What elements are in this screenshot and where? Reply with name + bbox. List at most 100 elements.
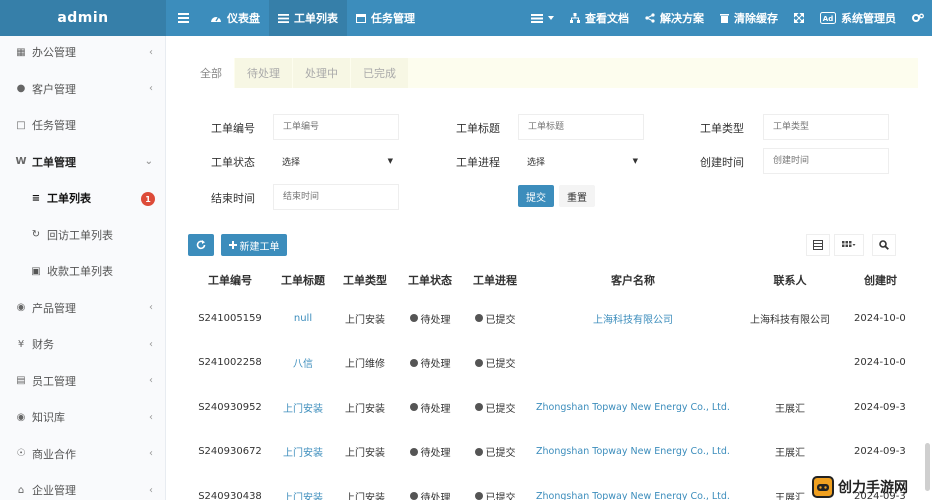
sidebar-item-office[interactable]: ▦ 办公管理 ‹ [0, 34, 165, 71]
cell-title[interactable]: 上门安装 [272, 430, 334, 475]
fullscreen-button[interactable] [786, 0, 812, 36]
col-header-progress[interactable]: 工单进程 [464, 262, 526, 298]
tab-completed[interactable]: 已完成 [351, 58, 408, 88]
solutions-link[interactable]: 解决方案 [637, 0, 712, 36]
cell-status-text: 待处理 [420, 492, 451, 500]
sidebar-toggle-button[interactable] [166, 0, 201, 36]
solutions-label: 解决方案 [660, 12, 704, 25]
created-input[interactable] [763, 148, 889, 174]
view-docs-label: 查看文档 [585, 12, 629, 25]
list-icon [278, 13, 289, 23]
cell-customer[interactable]: Zhongshan Topway New Energy Co., Ltd. [526, 385, 740, 430]
sidebar-item-label: 办公管理 [32, 46, 76, 60]
cell-title[interactable]: 上门安装 [272, 385, 334, 430]
apps-dropdown[interactable] [523, 0, 562, 36]
cell-customer[interactable]: Zhongshan Topway New Energy Co., Ltd. [526, 430, 740, 475]
cell-progress-text: 已提交 [485, 359, 516, 371]
sidebar-item-workorder-list[interactable]: ≡ 工单列表 1 [0, 180, 165, 217]
sidebar-item-business[interactable]: ☉ 商业合作 ‹ [0, 436, 165, 473]
cell-created: 2024-10-0 [854, 312, 906, 324]
sidebar-item-knowledge[interactable]: ◉ 知识库 ‹ [0, 399, 165, 436]
table-row[interactable]: S241002258 八信 上门维修 待处理 已提交 2024-10-0 [188, 341, 932, 386]
col-header-created[interactable]: 创建时 [840, 262, 932, 298]
sidebar-item-revisit-list[interactable]: ↻ 回访工单列表 [0, 217, 165, 254]
sidebar-item-customers[interactable]: ● 客户管理 ‹ [0, 71, 165, 108]
cell-customer[interactable] [526, 341, 740, 386]
status-select[interactable]: 选择 ▼ [273, 148, 399, 174]
cell-created: 2024-09-3 [854, 401, 906, 413]
menu-lines-icon [531, 13, 543, 23]
col-header-contact[interactable]: 联系人 [740, 262, 840, 298]
cell-progress: 已提交 [464, 430, 526, 475]
toggle-view-button[interactable] [806, 234, 830, 256]
col-header-customer[interactable]: 客户名称 [526, 262, 740, 298]
cell-customer[interactable]: 上海科技有限公司 [526, 296, 740, 341]
tab-pending[interactable]: 待处理 [235, 58, 292, 88]
cell-status: 待处理 [396, 430, 464, 475]
refresh-button[interactable] [188, 234, 214, 256]
table-row[interactable]: S241005159 null 上门安装 待处理 已提交 上海科技有限公司 上海… [188, 296, 932, 341]
col-header-title[interactable]: 工单标题 [272, 262, 334, 298]
table-header: 工单编号 工单标题 工单类型 工单状态 工单进程 客户名称 联系人 创建时 [188, 262, 932, 298]
sidebar-item-tasks[interactable]: □ 任务管理 [0, 107, 165, 144]
sidebar-item-workorders[interactable]: W 工单管理 ⌄ [0, 144, 165, 181]
columns-dropdown[interactable] [834, 234, 864, 256]
sidebar-item-products[interactable]: ◉ 产品管理 ‹ [0, 290, 165, 327]
cell-customer[interactable]: Zhongshan Topway New Energy Co., Ltd. [526, 474, 740, 500]
search-button[interactable] [872, 234, 896, 256]
col-header-order-no[interactable]: 工单编号 [188, 262, 272, 298]
status-dot-icon [409, 403, 418, 412]
end-time-input[interactable] [273, 184, 399, 210]
col-header-type[interactable]: 工单类型 [334, 262, 396, 298]
table-row[interactable]: S240930672 上门安装 上门安装 待处理 已提交 Zhongshan T… [188, 430, 932, 475]
view-docs-link[interactable]: 查看文档 [562, 0, 637, 36]
reset-button[interactable]: 重置 [559, 185, 595, 207]
grid-icon: ▦ [16, 46, 26, 58]
cell-status-text: 待处理 [420, 448, 451, 460]
new-workorder-button[interactable]: 新建工单 [221, 234, 287, 256]
progress-select-value: 选择 [527, 157, 546, 168]
sidebar-item-payment-list[interactable]: ▣ 收款工单列表 [0, 253, 165, 290]
col-header-status[interactable]: 工单状态 [396, 262, 464, 298]
type-input[interactable] [763, 114, 889, 140]
cell-title[interactable]: 八信 [272, 341, 334, 386]
sidebar-item-staff[interactable]: ▤ 员工管理 ‹ [0, 363, 165, 400]
submit-button[interactable]: 提交 [518, 185, 554, 207]
user-menu[interactable]: Ad 系统管理员 [812, 0, 904, 36]
avatar-icon: Ad [820, 12, 836, 24]
order-no-input[interactable] [273, 114, 399, 140]
nav-workorder-list-label: 工单列表 [294, 12, 338, 25]
cell-status-text: 待处理 [420, 314, 451, 326]
nav-task-management[interactable]: 任务管理 [347, 0, 424, 36]
tab-all[interactable]: 全部 [188, 58, 234, 88]
status-dot-icon [409, 447, 418, 456]
cell-type: 上门安装 [345, 314, 385, 326]
sidebar-item-enterprise[interactable]: ⌂ 企业管理 ‹ [0, 472, 165, 500]
bank-icon: ⌂ [17, 484, 25, 496]
cell-title[interactable]: 上门安装 [272, 474, 334, 500]
user-name: 系统管理员 [841, 12, 896, 25]
chevron-down-icon: ⌄ [144, 156, 153, 168]
nav-workorder-list[interactable]: 工单列表 [269, 0, 347, 36]
cell-title[interactable]: null [272, 296, 334, 341]
tab-processing[interactable]: 处理中 [293, 58, 350, 88]
title-input[interactable] [518, 114, 644, 140]
chevron-left-icon: ‹ [149, 83, 153, 95]
brand-logo[interactable]: admin [0, 0, 166, 36]
count-badge: 1 [141, 192, 155, 206]
created-label: 创建时间 [700, 156, 744, 169]
clear-cache-link[interactable]: 清除缓存 [712, 0, 786, 36]
table-row[interactable]: S240930952 上门安装 上门安装 待处理 已提交 Zhongshan T… [188, 385, 932, 430]
sidebar-item-finance[interactable]: ¥ 财务 ‹ [0, 326, 165, 363]
settings-button[interactable] [904, 0, 932, 36]
chevron-left-icon: ‹ [149, 46, 153, 58]
table-icon [813, 240, 823, 250]
nav-dashboard[interactable]: 仪表盘 [201, 0, 269, 36]
cell-progress-text: 已提交 [485, 492, 516, 500]
progress-select[interactable]: 选择 ▼ [518, 148, 644, 174]
watermark: 创力手游网 [812, 474, 932, 500]
users-icon: ● [16, 83, 26, 95]
sidebar-item-label: 知识库 [32, 411, 65, 425]
list-icon: ≡ [31, 192, 41, 204]
refresh-icon: ↻ [31, 229, 41, 241]
